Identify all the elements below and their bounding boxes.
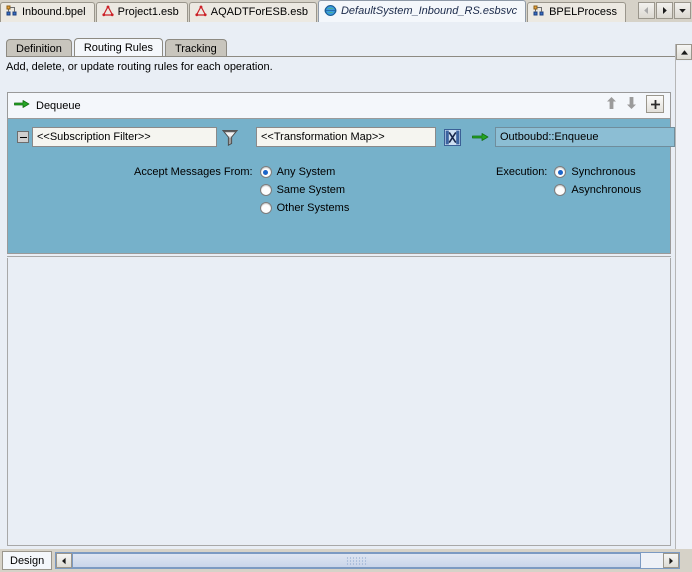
horizontal-scrollbar[interactable] <box>55 552 680 569</box>
editor-tab-bpelprocess[interactable]: BPELProcess <box>527 2 626 22</box>
flow-arrow-icon <box>470 127 490 147</box>
horizontal-scroll-thumb[interactable] <box>72 553 641 568</box>
vertical-scroll-track[interactable] <box>676 61 692 571</box>
routing-subtabs: Definition Routing Rules Tracking <box>6 38 229 57</box>
horizontal-scroll-track[interactable] <box>641 553 663 568</box>
radio-label: Same System <box>276 184 346 196</box>
scroll-left-button[interactable] <box>56 553 73 568</box>
editor-tab-nav <box>638 2 691 19</box>
tab-label: Routing Rules <box>83 42 153 54</box>
collapse-rule-toggle[interactable] <box>17 131 29 143</box>
tab-routing-rules[interactable]: Routing Rules <box>73 38 163 57</box>
tab-scroll-right-button[interactable] <box>656 2 673 19</box>
transformation-map-value: <<Transformation Map>> <box>261 131 385 143</box>
tab-definition[interactable]: Definition <box>6 39 72 57</box>
transformation-map-field[interactable]: <<Transformation Map>> <box>256 127 436 147</box>
subtabs-divider <box>6 56 686 57</box>
bpel-file-icon <box>6 5 18 20</box>
move-up-icon[interactable] <box>606 96 617 113</box>
routing-rules-canvas[interactable] <box>7 258 671 546</box>
design-view-tab[interactable]: Design <box>2 551 53 570</box>
radio-label: Asynchronous <box>571 184 642 196</box>
esb-file-icon <box>195 5 207 20</box>
routing-rule-actions <box>606 95 664 113</box>
scroll-thumb-grip <box>345 556 368 565</box>
esb-routing-rules-editor: Inbound.bpel Project1.esb AQADTForESB.es… <box>0 0 692 572</box>
tab-label: Definition <box>16 42 62 55</box>
editor-tab-inbound-bpel[interactable]: Inbound.bpel <box>0 2 95 22</box>
radio-same-system[interactable]: Same System <box>259 181 350 199</box>
radio-label: Other Systems <box>276 202 350 214</box>
green-arrow-icon <box>14 99 30 112</box>
editor-tab-defaultsystem-inbound-rs-esbsvc[interactable]: DefaultSystem_Inbound_RS.esbsvc <box>317 0 527 22</box>
tab-scroll-left-button[interactable] <box>638 2 655 19</box>
editor-tab-strip: Inbound.bpel Project1.esb AQADTForESB.es… <box>0 0 692 22</box>
esb-file-icon <box>102 5 114 20</box>
radio-synchronous[interactable]: Synchronous <box>554 163 641 181</box>
editor-tab-label: Project1.esb <box>117 6 179 18</box>
execution-label: Execution: <box>496 166 548 178</box>
globe-service-icon <box>324 4 337 20</box>
radio-label: Synchronous <box>571 166 636 178</box>
radio-indicator <box>259 184 272 196</box>
scroll-right-button[interactable] <box>663 553 679 568</box>
minus-icon <box>19 136 27 138</box>
subscription-filter-field[interactable]: <<Subscription Filter>> <box>32 127 217 147</box>
radio-any-system[interactable]: Any System <box>259 163 350 181</box>
routing-rule-body: <<Subscription Filter>> <<Transformation… <box>8 119 675 254</box>
move-down-icon[interactable] <box>626 96 637 113</box>
radio-indicator <box>259 202 272 214</box>
tab-label: Tracking <box>174 42 217 55</box>
subscription-filter-value: <<Subscription Filter>> <box>37 131 151 143</box>
accept-messages-group: Accept Messages From: Any System Same Sy… <box>134 163 349 217</box>
execution-group: Execution: Synchronous Asynchronous <box>496 163 641 199</box>
bpel-file-icon <box>533 5 545 20</box>
add-routing-rule-button[interactable] <box>646 95 664 113</box>
accept-messages-label: Accept Messages From: <box>134 166 253 178</box>
output-target-value: Outboubd::Enqueue <box>500 131 599 143</box>
editor-tab-label: DefaultSystem_Inbound_RS.esbsvc <box>340 5 518 17</box>
canvas-divider <box>7 256 671 257</box>
design-tab-label: Design <box>10 554 45 567</box>
tab-list-dropdown-button[interactable] <box>674 2 691 19</box>
radio-other-systems[interactable]: Other Systems <box>259 199 350 217</box>
editor-tab-label: AQADTForESB.esb <box>210 6 308 18</box>
editor-bottom-bar: Design <box>0 549 692 572</box>
transformation-map-icon[interactable] <box>442 127 462 147</box>
tab-tracking[interactable]: Tracking <box>164 39 227 57</box>
radio-indicator <box>554 166 567 178</box>
scroll-up-button[interactable] <box>676 44 692 60</box>
editor-tab-label: BPELProcess <box>549 6 617 18</box>
radio-label: Any System <box>276 166 336 178</box>
output-target-field[interactable]: Outboubd::Enqueue <box>495 127 675 147</box>
page-hint: Add, delete, or update routing rules for… <box>6 61 273 73</box>
editor-tab-label: Inbound.bpel <box>22 6 86 18</box>
radio-indicator <box>554 184 567 196</box>
funnel-icon[interactable] <box>220 127 240 147</box>
routing-rule-header: Dequeue <box>8 93 670 119</box>
routing-rule-card: Dequeue <<Subscription Filter>> <<Transf… <box>7 92 675 254</box>
editor-tab-project1-esb[interactable]: Project1.esb <box>95 2 188 22</box>
editor-body: Definition Routing Rules Tracking Add, d… <box>0 22 692 571</box>
routing-rule-title: Dequeue <box>36 99 81 112</box>
vertical-scrollbar[interactable] <box>675 44 692 571</box>
radio-indicator <box>259 166 272 178</box>
editor-tab-aqadtforesb-esb[interactable]: AQADTForESB.esb <box>188 2 317 22</box>
radio-asynchronous[interactable]: Asynchronous <box>554 181 641 199</box>
